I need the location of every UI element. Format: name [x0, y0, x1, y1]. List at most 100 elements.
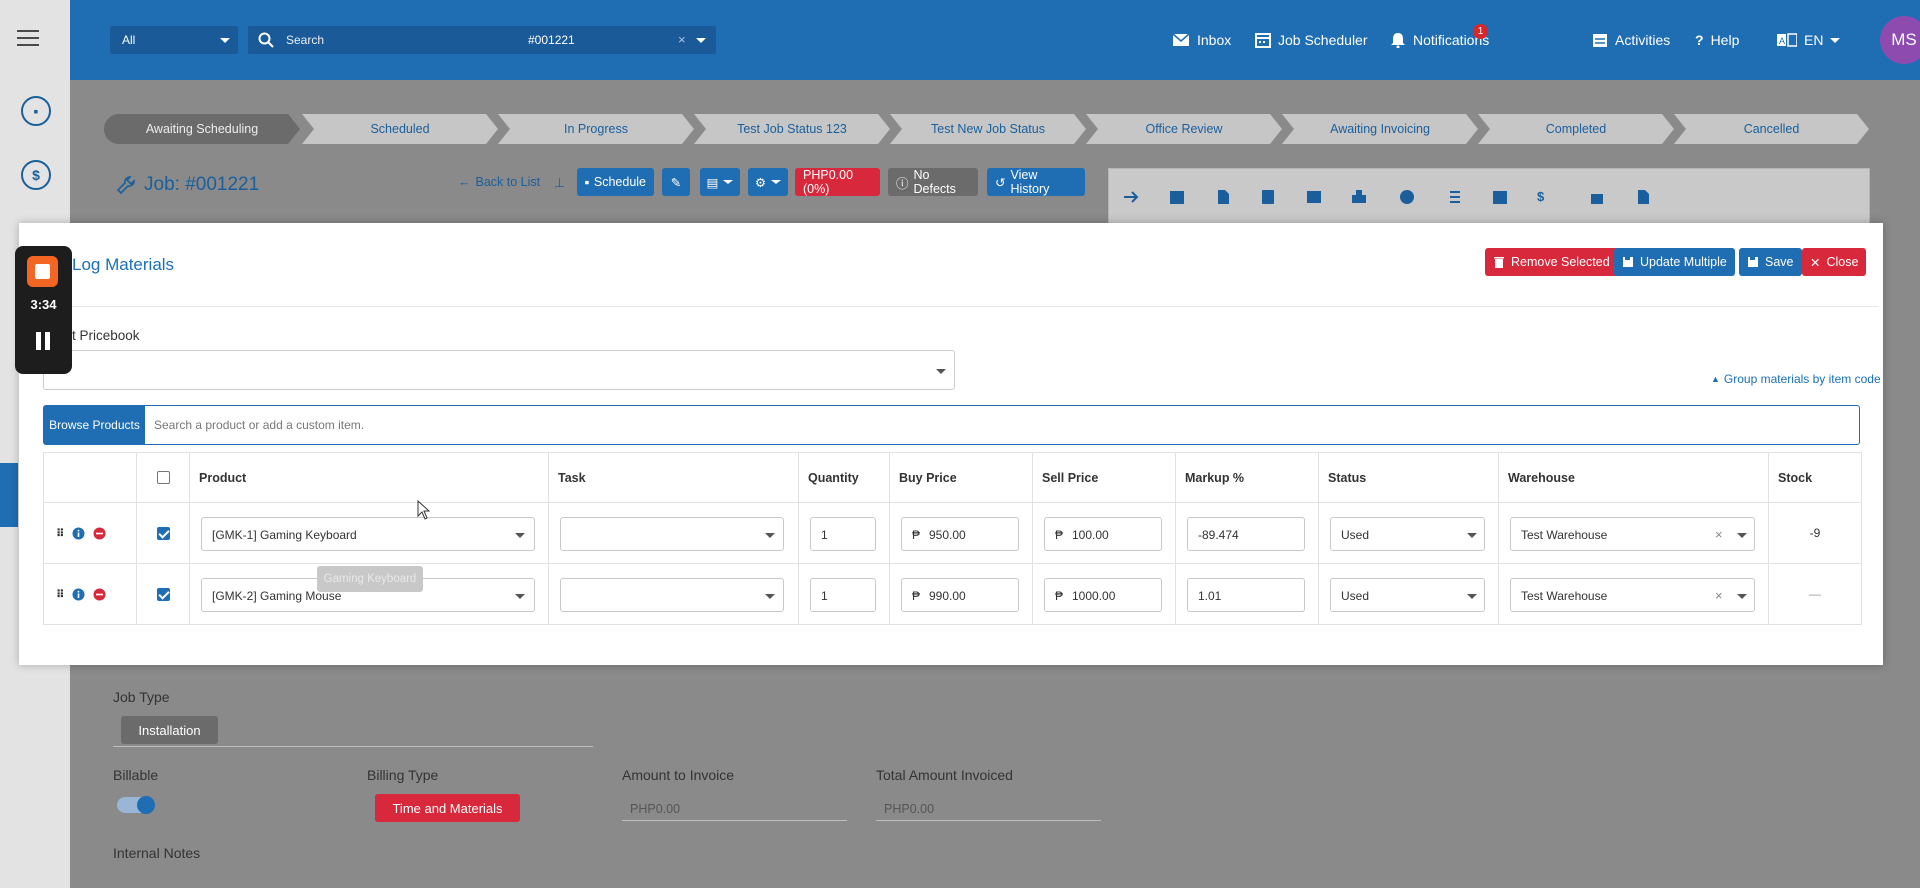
- warehouse-select[interactable]: Test Warehouse ×: [1510, 578, 1755, 612]
- remove-circle-icon[interactable]: [93, 588, 106, 601]
- pin-icon[interactable]: ⊥: [546, 168, 573, 196]
- sell-price-input[interactable]: ₱ 1000.00: [1044, 578, 1162, 612]
- task-cell: [548, 563, 799, 625]
- shopping-bag-icon[interactable]: [1589, 189, 1605, 205]
- total-invoiced-field[interactable]: PHP0.00: [876, 795, 1101, 821]
- quantity-input[interactable]: 1: [810, 517, 876, 551]
- info-icon[interactable]: [72, 527, 85, 540]
- update-multiple-button[interactable]: Update Multiple: [1614, 248, 1735, 276]
- task-select[interactable]: [560, 517, 784, 551]
- checklist-icon[interactable]: [1445, 189, 1461, 205]
- language-selector[interactable]: A EN: [1777, 0, 1841, 80]
- user-avatar[interactable]: MS: [1880, 16, 1920, 64]
- task-select[interactable]: [560, 578, 784, 612]
- remove-selected-button[interactable]: Remove Selected: [1485, 248, 1618, 276]
- remove-circle-icon[interactable]: [93, 527, 106, 540]
- clear-icon[interactable]: ×: [678, 32, 686, 47]
- stage-awaiting-invoicing[interactable]: Awaiting Invoicing: [1282, 114, 1478, 144]
- product-value: [GMK-1] Gaming Keyboard: [212, 528, 357, 542]
- boxes-icon[interactable]: [1351, 189, 1367, 205]
- calendar-list-icon: [1593, 34, 1607, 47]
- billing-type-tag[interactable]: Time and Materials: [375, 794, 520, 822]
- stage-in-progress[interactable]: In Progress: [498, 114, 694, 144]
- select-all-checkbox[interactable]: [156, 471, 170, 484]
- invoice-icon[interactable]: [1635, 189, 1651, 205]
- list-icon[interactable]: [1306, 189, 1322, 205]
- status-select[interactable]: Used: [1330, 578, 1485, 612]
- stage-awaiting-scheduling[interactable]: Awaiting Scheduling: [104, 114, 300, 144]
- product-select[interactable]: [GMK-1] Gaming Keyboard: [201, 517, 535, 551]
- browse-products-button[interactable]: Browse Products: [44, 406, 145, 444]
- sell-price-cell: ₱ 1000.00: [1032, 563, 1176, 625]
- markup-input[interactable]: 1.01: [1187, 578, 1305, 612]
- close-button[interactable]: ✕ Close: [1802, 248, 1867, 276]
- chevron-down-icon: [771, 180, 782, 184]
- dollar-icon[interactable]: $: [21, 160, 51, 190]
- info-icon[interactable]: [72, 588, 85, 601]
- billable-toggle[interactable]: [117, 796, 155, 814]
- chevron-down-icon: [1830, 37, 1841, 43]
- stage-test-job-status-123[interactable]: Test Job Status 123: [694, 114, 890, 144]
- defects-badge[interactable]: ⓘ No Defects: [888, 168, 978, 196]
- dollar-icon[interactable]: $: [1537, 189, 1553, 205]
- product-search-input[interactable]: Search a product or add a custom item.: [154, 418, 364, 432]
- info-icon: ⓘ: [896, 176, 909, 191]
- quantity-input[interactable]: 1: [810, 578, 876, 612]
- stage-test-new-job-status[interactable]: Test New Job Status: [890, 114, 1086, 144]
- edit-button[interactable]: ✎: [662, 168, 690, 196]
- floppy-disk-icon: [1623, 257, 1633, 267]
- buy-price-input[interactable]: ₱ 950.00: [901, 517, 1019, 551]
- history-icon: ↺: [995, 175, 1006, 190]
- arrow-right-icon[interactable]: [1123, 189, 1139, 205]
- buy-price-input[interactable]: ₱ 990.00: [901, 578, 1019, 612]
- nav-inbox[interactable]: Inbox: [1172, 0, 1231, 80]
- nav-activities[interactable]: Activities: [1592, 0, 1670, 80]
- amount-to-invoice-field[interactable]: PHP0.00: [622, 795, 847, 821]
- clear-icon[interactable]: ×: [1715, 527, 1723, 542]
- contact-icon[interactable]: [1260, 189, 1276, 205]
- group-by-item-code-link[interactable]: ▲ Group materials by item code: [1711, 372, 1881, 386]
- status-select[interactable]: Used: [1330, 517, 1485, 551]
- pause-icon[interactable]: [36, 332, 51, 350]
- row-checkbox[interactable]: [156, 526, 170, 540]
- job-type-tag[interactable]: Installation: [121, 716, 218, 744]
- view-history-button[interactable]: ↺ View History: [987, 168, 1085, 196]
- clear-icon[interactable]: ×: [1715, 588, 1723, 603]
- chevron-down-icon: [723, 180, 734, 184]
- calendar-icon[interactable]: [1492, 189, 1508, 205]
- stage-completed[interactable]: Completed: [1478, 114, 1674, 144]
- amount-badge[interactable]: PHP0.00 (0%): [795, 168, 880, 196]
- drag-handle-icon[interactable]: ⠿: [56, 588, 65, 601]
- stage-scheduled[interactable]: Scheduled: [302, 114, 498, 144]
- nav-job-scheduler[interactable]: Job Scheduler: [1255, 0, 1368, 80]
- file-icon[interactable]: [1215, 189, 1231, 205]
- pricebook-label: t Pricebook: [72, 328, 140, 343]
- save-button[interactable]: Save: [1739, 248, 1802, 276]
- document-menu-button[interactable]: ▤: [700, 168, 740, 196]
- drag-handle-icon[interactable]: ⠿: [56, 527, 65, 540]
- peso-currency-icon: ₱: [912, 528, 921, 542]
- calendar-icon[interactable]: [1169, 189, 1185, 205]
- row-checkbox[interactable]: [156, 587, 170, 601]
- close-icon: ✕: [1810, 255, 1821, 270]
- stop-recording-button[interactable]: [27, 256, 58, 287]
- pricebook-select[interactable]: [43, 350, 955, 390]
- peso-currency-icon: ₱: [1055, 589, 1064, 603]
- settings-menu-button[interactable]: ⚙: [748, 168, 788, 196]
- search-scope-select[interactable]: All: [110, 26, 238, 54]
- clock-icon[interactable]: [1399, 189, 1415, 205]
- nav-help[interactable]: ? Help: [1695, 0, 1739, 80]
- stage-cancelled[interactable]: Cancelled: [1674, 114, 1869, 144]
- sell-price-input[interactable]: ₱ 100.00: [1044, 517, 1162, 551]
- markup-input[interactable]: -89.474: [1187, 517, 1305, 551]
- back-to-list-link[interactable]: ← Back to List: [450, 168, 548, 196]
- schedule-button[interactable]: Schedule: [577, 168, 654, 196]
- product-search-bar: Browse Products Search a product or add …: [43, 405, 1860, 445]
- job-select[interactable]: #001221 ×: [516, 26, 716, 54]
- contact-book-icon[interactable]: ▪: [21, 96, 51, 126]
- hamburger-menu-icon[interactable]: [17, 30, 39, 48]
- warehouse-select[interactable]: Test Warehouse ×: [1510, 517, 1755, 551]
- stage-office-review[interactable]: Office Review: [1086, 114, 1282, 144]
- nav-notifications[interactable]: Notifications: [1390, 0, 1489, 80]
- stock-cell: —: [1768, 563, 1862, 625]
